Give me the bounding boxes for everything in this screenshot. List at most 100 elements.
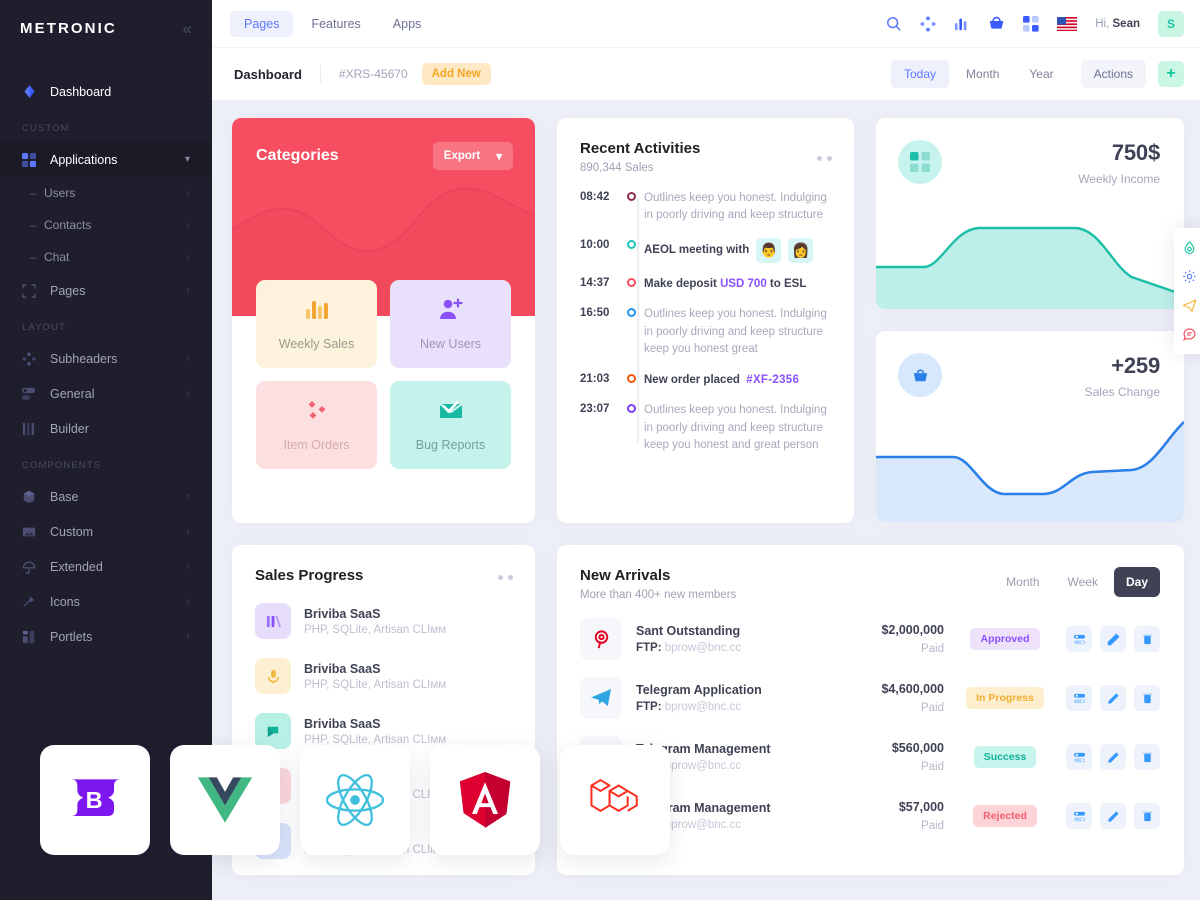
stat-values: 750$ Weekly Income (1078, 140, 1160, 186)
toggle-icon (22, 387, 44, 401)
sidebar-item-extended[interactable]: Extended › (0, 549, 212, 584)
tile-label: Bug Reports (415, 438, 486, 452)
list-item[interactable]: Briviba SaaS PHP, SQLite, Artisan CLIмм (255, 658, 513, 694)
weekly-income-chart (876, 199, 1184, 309)
flag-us-icon[interactable] (1057, 16, 1078, 31)
laravel-logo[interactable] (560, 745, 670, 855)
grid-icon[interactable] (1023, 15, 1039, 32)
bar-chart-icon[interactable] (954, 16, 970, 32)
angular-logo[interactable] (430, 745, 540, 855)
topbar-menu-features[interactable]: Features (297, 11, 374, 37)
tile-bug-reports[interactable]: Bug Reports (390, 381, 511, 469)
sparkle-icon (22, 595, 44, 609)
tab-month[interactable]: Month (994, 567, 1051, 597)
sidebar-item-label: Builder (50, 421, 89, 436)
tab-week[interactable]: Week (1056, 567, 1110, 597)
row-amount: $560,000 Paid (832, 741, 944, 773)
topbar-menu-pages[interactable]: Pages (230, 10, 294, 37)
timeline-text: Outlines keep you honest. Indulging in p… (644, 308, 827, 356)
tile-new-users[interactable]: New Users (390, 280, 511, 368)
sidebar-item-portlets[interactable]: Portlets › (0, 619, 212, 654)
settings-icon[interactable] (1066, 803, 1092, 829)
tile-item-orders[interactable]: Item Orders (256, 381, 377, 469)
svg-text:B: B (86, 787, 103, 813)
flag-icon (255, 713, 291, 749)
sidebar-item-users[interactable]: – Users › (0, 177, 212, 209)
sidebar-collapse-icon[interactable]: « (183, 20, 192, 37)
delete-icon[interactable] (1134, 626, 1160, 652)
timeline-item: 14:37 Make deposit USD 700 to ESL (580, 276, 832, 293)
export-button[interactable]: Export ▾ (432, 142, 513, 170)
bar-chart-icon (305, 297, 329, 326)
dots-icon[interactable] (498, 575, 513, 580)
bootstrap-logo[interactable]: B (40, 745, 150, 855)
bars-icon (255, 603, 291, 639)
stat-header: 750$ Weekly Income (876, 118, 1184, 186)
row-actions (1066, 685, 1160, 711)
row-paid: Paid (920, 761, 944, 773)
settings-icon[interactable] (1066, 744, 1092, 770)
row-ftp-label: FTP: (636, 701, 662, 713)
edit-icon[interactable] (1100, 685, 1126, 711)
droplet-icon[interactable] (1174, 233, 1200, 262)
sidebar-item-icons[interactable]: Icons › (0, 584, 212, 619)
search-icon[interactable] (886, 16, 902, 32)
topbar-menu-apps[interactable]: Apps (379, 11, 436, 37)
chat-icon[interactable] (1174, 320, 1200, 349)
sidebar-item-custom[interactable]: Custom › (0, 514, 212, 549)
nodes-icon[interactable] (920, 16, 936, 32)
delete-icon[interactable] (1134, 803, 1160, 829)
sidebar-item-chat[interactable]: – Chat › (0, 241, 212, 273)
timeline-text: Outlines keep you honest. Indulging in p… (644, 192, 827, 222)
settings-icon[interactable] (1066, 685, 1092, 711)
edit-icon[interactable] (1100, 626, 1126, 652)
basket-icon[interactable] (988, 15, 1005, 32)
sidebar-item-base[interactable]: Base › (0, 479, 212, 514)
timeline-bullet-wrap (618, 402, 644, 414)
item-desc: PHP, SQLite, Artisan CLIмм (304, 733, 447, 746)
settings-icon[interactable] (1066, 626, 1092, 652)
stat-value: 750$ (1111, 140, 1160, 165)
row-status-wrap: Approved (944, 628, 1066, 650)
add-new-button[interactable]: Add New (421, 63, 491, 85)
activities-title: Recent Activities (580, 140, 701, 157)
row-price: $4,600,000 (881, 682, 944, 696)
dots-icon[interactable] (817, 156, 832, 161)
avatar[interactable]: S (1158, 10, 1184, 37)
sidebar-item-label: Extended (50, 559, 103, 574)
vue-logo[interactable] (170, 745, 280, 855)
table-row: Telegram Application FTP: bprow@bnc.cc $… (580, 677, 1160, 719)
delete-icon[interactable] (1134, 685, 1160, 711)
timeline-time: 16:50 (580, 307, 610, 320)
tab-day[interactable]: Day (1113, 567, 1160, 597)
delete-icon[interactable] (1134, 744, 1160, 770)
filter-today[interactable]: Today (891, 60, 950, 88)
layout-icon (22, 630, 44, 644)
sidebar-item-subheaders[interactable]: Subheaders › (0, 341, 212, 376)
item-name: Briviba SaaS (304, 606, 381, 621)
sidebar-item-pages[interactable]: Pages › (0, 273, 212, 308)
send-icon[interactable] (1174, 291, 1200, 320)
sidebar-item-dashboard[interactable]: Dashboard (0, 74, 212, 109)
sidebar-item-applications[interactable]: Applications ▾ (0, 142, 212, 177)
tile-weekly-sales[interactable]: Weekly Sales (256, 280, 377, 368)
diamonds-icon (305, 398, 329, 427)
item-name: Briviba SaaS (304, 661, 381, 676)
actions-button[interactable]: Actions (1080, 60, 1146, 88)
row-ftp: FTP: bprow@bnc.cc (636, 701, 832, 713)
edit-icon[interactable] (1100, 744, 1126, 770)
sidebar-item-builder[interactable]: Builder (0, 411, 212, 446)
row-actions (1066, 744, 1160, 770)
list-item[interactable]: Briviba SaaS PHP, SQLite, Artisan CLIмм (255, 713, 513, 749)
row-actions (1066, 803, 1160, 829)
react-logo[interactable] (300, 745, 410, 855)
sidebar-item-general[interactable]: General › (0, 376, 212, 411)
edit-icon[interactable] (1100, 803, 1126, 829)
filter-year[interactable]: Year (1016, 60, 1066, 88)
gear-icon[interactable] (1174, 262, 1200, 291)
list-item[interactable]: Briviba SaaS PHP, SQLite, Artisan CLIмм (255, 603, 513, 639)
sidebar-item-contacts[interactable]: – Contacts › (0, 209, 212, 241)
plus-icon[interactable]: + (1158, 61, 1184, 87)
timeline-time: 23:07 (580, 403, 610, 416)
filter-month[interactable]: Month (953, 60, 1012, 88)
